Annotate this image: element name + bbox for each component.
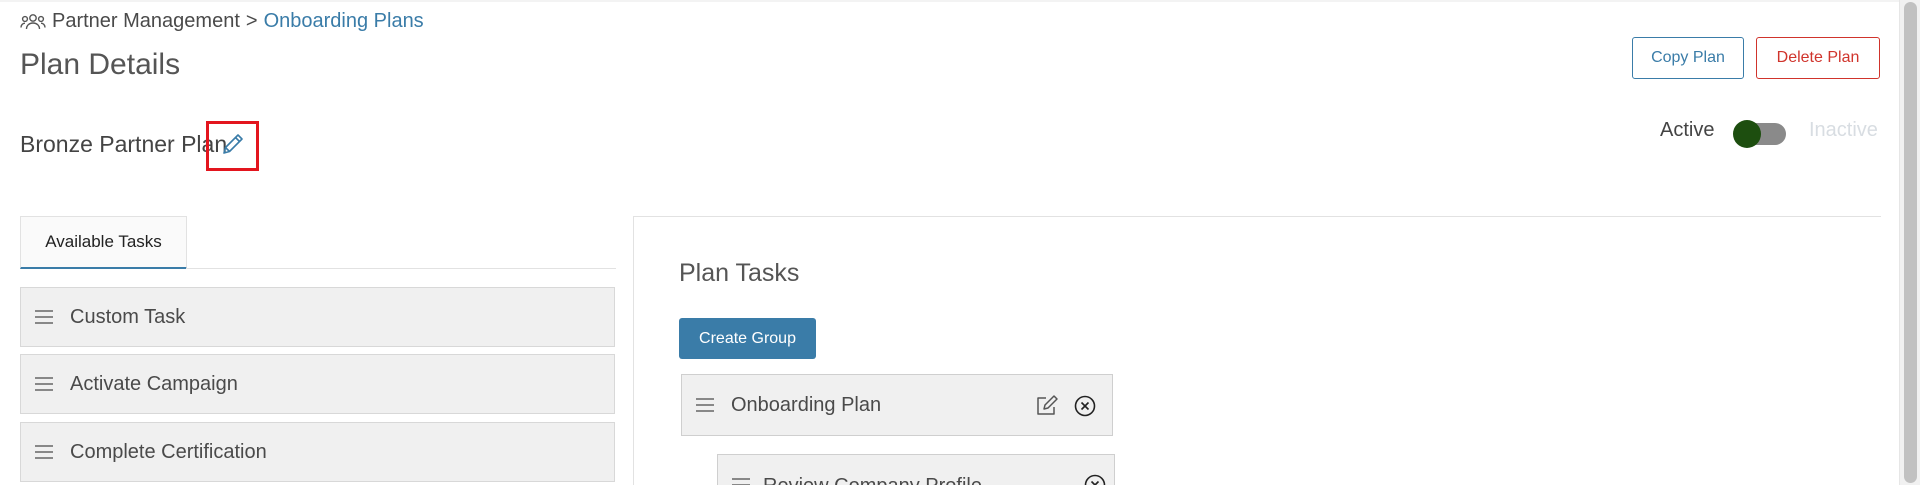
- plan-group-label: Onboarding Plan: [731, 393, 882, 416]
- plan-name: Bronze Partner Plan: [20, 131, 228, 157]
- drag-handle-icon[interactable]: [34, 309, 54, 325]
- top-divider: [0, 0, 1899, 2]
- remove-circle-icon[interactable]: [1084, 474, 1106, 485]
- available-task-item[interactable]: Complete Certification: [20, 422, 615, 482]
- tab-available-tasks[interactable]: Available Tasks: [20, 216, 187, 269]
- status-active-label: Active: [1660, 119, 1715, 141]
- plan-group-task[interactable]: Review Company Profile: [717, 454, 1115, 485]
- breadcrumb: Partner Management > Onboarding Plans: [20, 10, 424, 33]
- available-task-item[interactable]: Activate Campaign: [20, 354, 615, 414]
- available-task-item[interactable]: Custom Task: [20, 287, 615, 347]
- plan-group-task-label: Review Company Profile: [763, 475, 982, 485]
- breadcrumb-separator: >: [245, 10, 258, 32]
- plan-tasks-title: Plan Tasks: [679, 259, 800, 287]
- people-icon: [20, 12, 46, 32]
- delete-plan-button[interactable]: Delete Plan: [1756, 37, 1880, 79]
- plan-tasks-panel: [633, 216, 1881, 485]
- available-task-label: Activate Campaign: [70, 372, 238, 395]
- drag-handle-icon[interactable]: [695, 397, 715, 413]
- pencil-icon: [220, 131, 246, 162]
- drag-handle-icon[interactable]: [34, 444, 54, 460]
- available-task-label: Complete Certification: [70, 440, 267, 463]
- tab-divider: [186, 268, 616, 269]
- scrollbar-thumb[interactable]: [1904, 2, 1917, 483]
- plan-group[interactable]: Onboarding Plan: [681, 374, 1113, 436]
- toggle-knob: [1733, 120, 1761, 148]
- drag-handle-icon[interactable]: [731, 477, 751, 485]
- copy-plan-button[interactable]: Copy Plan: [1632, 37, 1744, 79]
- create-group-button[interactable]: Create Group: [679, 318, 816, 359]
- available-task-label: Custom Task: [70, 305, 186, 328]
- plan-details-page: Partner Management > Onboarding Plans Pl…: [0, 0, 1920, 485]
- breadcrumb-parent[interactable]: Partner Management: [52, 10, 240, 33]
- edit-plan-name-button[interactable]: [206, 121, 259, 171]
- active-toggle[interactable]: [1733, 120, 1786, 148]
- edit-icon[interactable]: [1035, 394, 1059, 418]
- status-inactive-label: Inactive: [1809, 119, 1878, 141]
- page-title: Plan Details: [20, 48, 181, 81]
- drag-handle-icon[interactable]: [34, 376, 54, 392]
- vertical-scrollbar[interactable]: [1899, 0, 1920, 485]
- remove-circle-icon[interactable]: [1074, 395, 1096, 417]
- breadcrumb-current[interactable]: Onboarding Plans: [264, 10, 424, 33]
